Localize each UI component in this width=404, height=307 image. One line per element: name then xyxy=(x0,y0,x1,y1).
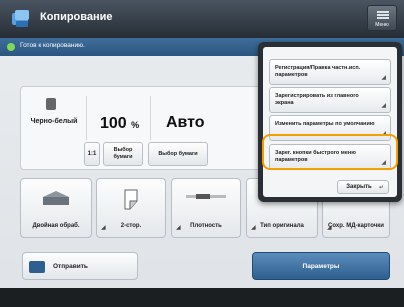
function-label: Плотность xyxy=(190,223,222,229)
options-popup: Регистрация/Правка частн.исп. параметров… xyxy=(258,42,402,202)
parameters-button[interactable]: Параметры xyxy=(252,252,390,280)
menu-icon xyxy=(377,11,389,19)
popup-item-label: Регистрация/Правка частн.исп. параметров xyxy=(275,65,361,78)
close-button[interactable]: Закрыть ↵ xyxy=(337,180,389,194)
function-button-duplex[interactable]: ◢ 2-стор. xyxy=(96,178,166,238)
function-button-density[interactable]: ◢ Плотность xyxy=(171,178,241,238)
paper-select-button[interactable]: Выбор бумаги xyxy=(148,142,208,166)
scanner-icon xyxy=(43,191,69,205)
function-button-double[interactable]: Двойная обраб. xyxy=(20,178,92,238)
popup-item-register-edit[interactable]: Регистрация/Правка частн.исп. параметров… xyxy=(269,59,391,85)
app-title: Копирование xyxy=(40,11,113,23)
chevron-icon: ◢ xyxy=(381,75,386,81)
popup-body: Регистрация/Правка частн.исп. параметров… xyxy=(263,47,397,197)
menu-button[interactable]: Меню xyxy=(367,5,397,31)
chevron-icon: ◢ xyxy=(381,103,386,109)
zoom-number: 100 xyxy=(100,115,127,132)
send-button[interactable]: Отправить xyxy=(22,252,138,280)
function-label: Двойная обраб. xyxy=(32,223,80,229)
parameters-label: Параметры xyxy=(302,263,340,270)
popup-item-label: Зарегистрировать из главного экрана xyxy=(275,93,359,106)
divider xyxy=(150,96,151,140)
choose-paper-button[interactable]: Выбор бумаги xyxy=(103,142,143,166)
footer-bar xyxy=(0,288,404,307)
zoom-value[interactable]: 100 % xyxy=(100,115,139,133)
color-mode-icon xyxy=(46,98,56,110)
close-label: Закрыть xyxy=(346,184,372,190)
copy-screen: Копирование Меню Готов к копированию. Че… xyxy=(0,0,404,307)
density-icon xyxy=(186,194,226,199)
choose-paper-label: Выбор бумаги xyxy=(113,147,133,160)
divider xyxy=(86,96,87,140)
color-mode-label[interactable]: Черно-белый xyxy=(26,118,82,125)
function-label: 2-стор. xyxy=(120,223,142,229)
menu-button-label: Меню xyxy=(375,22,389,28)
ratio-1-1-button[interactable]: 1:1 xyxy=(84,142,100,166)
close-arrow-icon: ↵ xyxy=(378,185,384,191)
send-icon xyxy=(29,261,45,273)
popup-item-register-home[interactable]: Зарегистрировать из главного экрана ◢ xyxy=(269,87,391,113)
status-text: Готов к копированию. xyxy=(20,42,85,49)
zoom-unit: % xyxy=(131,120,140,130)
popup-item-label: Изменить параметры по умолчанию xyxy=(275,121,375,127)
copy-app-icon xyxy=(12,10,29,27)
function-label: Тип оригинала xyxy=(260,223,304,229)
function-label: Сохр. МД-карточки xyxy=(328,223,384,229)
status-indicator-icon xyxy=(7,43,15,51)
title-bar: Копирование Меню xyxy=(0,0,404,38)
duplex-icon xyxy=(124,189,138,210)
paper-select-value[interactable]: Авто xyxy=(166,114,205,132)
send-label: Отправить xyxy=(53,263,88,270)
highlight-ring xyxy=(262,134,398,170)
